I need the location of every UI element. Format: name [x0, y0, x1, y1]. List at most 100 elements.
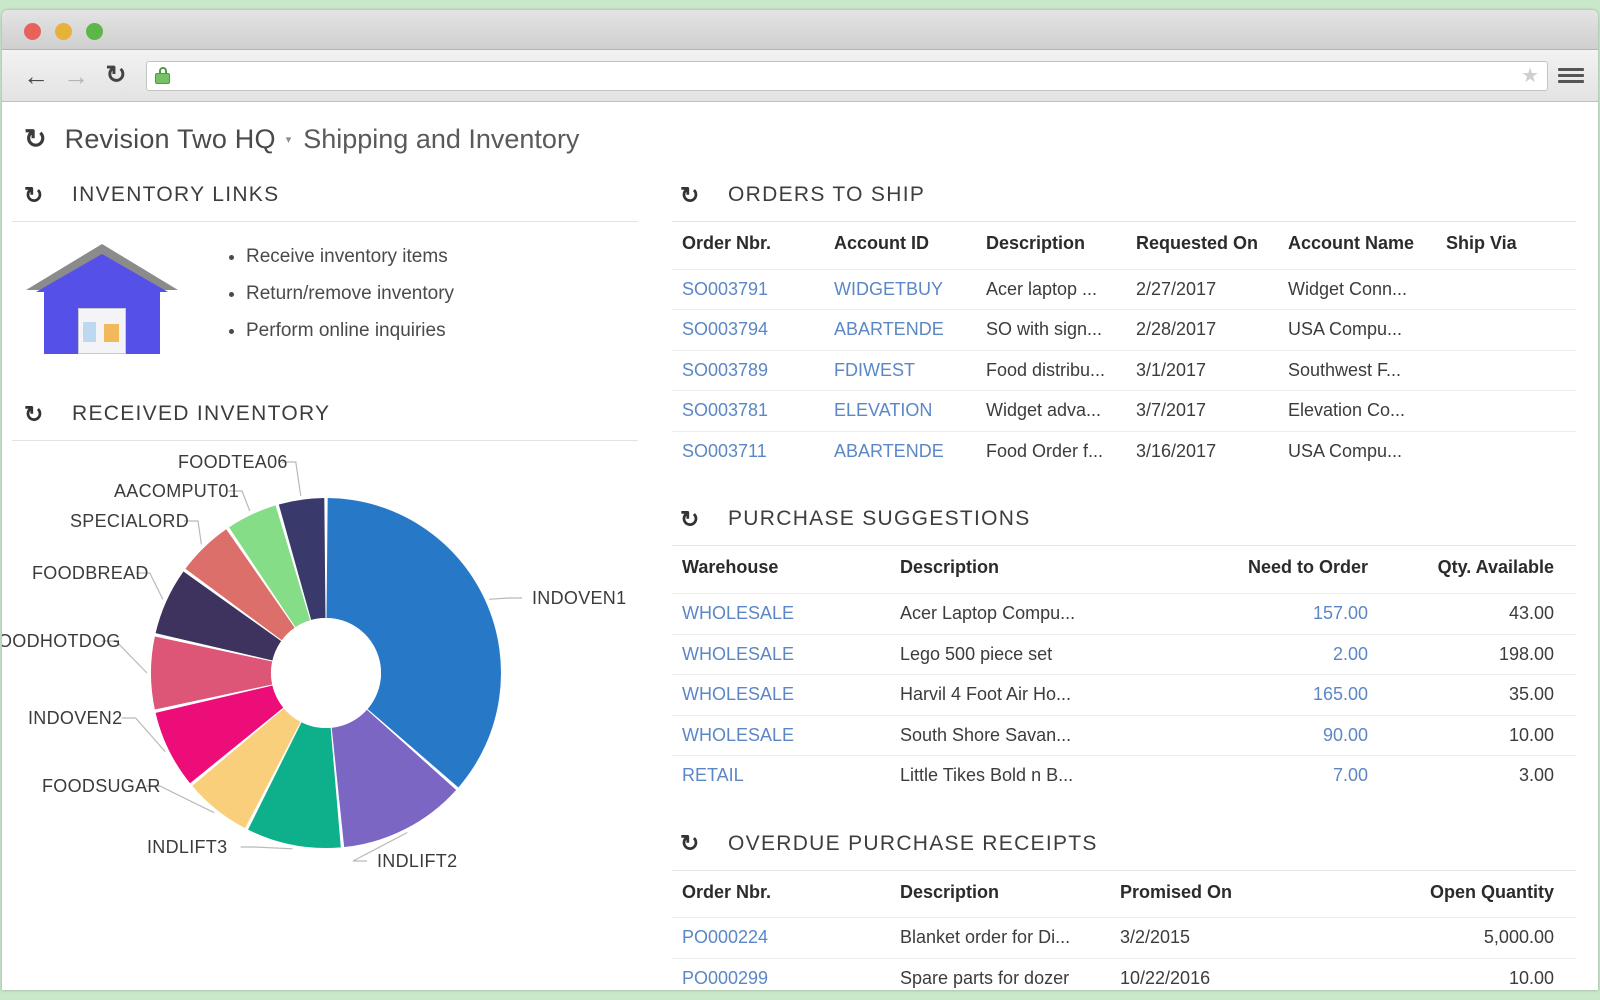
cell-ship_via [1436, 430, 1576, 472]
refresh-icon[interactable]: ↻ [24, 183, 72, 207]
refresh-icon[interactable]: ↻ [680, 183, 728, 207]
cell-description: Widget adva... [976, 390, 1126, 432]
table-row[interactable]: SO003789 FDIWEST Food distribu... 3/1/2017 S… [672, 349, 1576, 391]
cell-account_id[interactable]: ELEVATION [824, 390, 976, 432]
cell-description: Acer Laptop Compu... [890, 592, 1180, 635]
cell-qty_available: 10.00 [1390, 714, 1576, 756]
overdue-purchase-receipts-table: Order Nbr. Description Promised On Open … [672, 871, 1576, 990]
table-row[interactable]: SO003781 ELEVATION Widget adva... 3/7/2017 E… [672, 390, 1576, 432]
hamburger-menu-icon[interactable] [1558, 68, 1584, 83]
list-item[interactable]: Perform online inquiries [246, 320, 454, 343]
column-header-qty-available[interactable]: Qty. Available [1390, 546, 1576, 593]
table-row[interactable]: SO003791 WIDGETBUY Acer laptop ... 2/27/201… [672, 268, 1576, 310]
table-row[interactable]: PO000299 Spare parts for dozer 10/22/2016 1… [672, 958, 1576, 990]
column-header-warehouse[interactable]: Warehouse [672, 546, 890, 593]
cell-qty_available: 198.00 [1390, 633, 1576, 675]
cell-account_id[interactable]: WIDGETBUY [824, 268, 976, 310]
table-row[interactable]: WHOLESALE Harvil 4 Foot Air Ho... 165.00 35… [672, 674, 1576, 716]
cell-description: Food Order f... [976, 430, 1126, 472]
received-inventory-header: ↻ RECEIVED INVENTORY [2, 384, 650, 440]
pie-label-indoven1: INDOVEN1 [532, 588, 627, 609]
pie-label-indoven2: INDOVEN2 [28, 708, 123, 729]
chevron-down-icon[interactable]: ▾ [286, 133, 292, 146]
cell-promised_on: 3/2/2015 [1110, 917, 1390, 959]
cell-need_to_order[interactable]: 7.00 [1180, 755, 1390, 796]
company-name: Revision Two HQ [64, 124, 276, 154]
cell-requested_on: 2/27/2017 [1126, 268, 1278, 310]
cell-description: Food distribu... [976, 349, 1126, 391]
cell-description: Lego 500 piece set [890, 633, 1180, 675]
cell-warehouse[interactable]: WHOLESALE [672, 714, 890, 756]
cell-warehouse[interactable]: WHOLESALE [672, 592, 890, 635]
table-row[interactable]: RETAIL Little Tikes Bold n B... 7.00 3.00 [672, 755, 1576, 796]
column-header-order-nbr[interactable]: Order Nbr. [672, 871, 890, 918]
table-row[interactable]: SO003794 ABARTENDE SO with sign... 2/28/201… [672, 309, 1576, 351]
browser-toolbar: ← → ↻ ★ [2, 50, 1598, 102]
cell-warehouse[interactable]: RETAIL [672, 755, 890, 796]
table-row[interactable]: PO000224 Blanket order for Di... 3/2/2015 5… [672, 917, 1576, 959]
column-header-requested-on[interactable]: Requested On [1126, 222, 1278, 269]
close-window-button[interactable] [24, 23, 41, 40]
cell-ship_via [1436, 268, 1576, 310]
overdue-purchase-receipts-header: ↻ OVERDUE PURCHASE RECEIPTS [658, 814, 1590, 870]
reload-icon[interactable]: ↻ [96, 56, 136, 96]
purchase-suggestions-header: ↻ PURCHASE SUGGESTIONS [658, 489, 1590, 545]
window-controls[interactable] [24, 23, 103, 40]
cell-account_id[interactable]: FDIWEST [824, 349, 976, 391]
cell-ship_via [1436, 390, 1576, 432]
column-header-description[interactable]: Description [890, 546, 1180, 593]
cell-need_to_order[interactable]: 2.00 [1180, 633, 1390, 675]
cell-order[interactable]: PO000224 [672, 917, 890, 959]
cell-order[interactable]: SO003711 [672, 430, 824, 472]
table-row[interactable]: WHOLESALE Acer Laptop Compu... 157.00 43.00 [672, 592, 1576, 635]
column-header-need-to-order[interactable]: Need to Order [1180, 546, 1390, 593]
cell-need_to_order[interactable]: 157.00 [1180, 592, 1390, 635]
cell-order[interactable]: SO003791 [672, 268, 824, 310]
cell-warehouse[interactable]: WHOLESALE [672, 674, 890, 716]
pie-label-foodsugar: FOODSUGAR [42, 776, 161, 797]
cell-order[interactable]: SO003781 [672, 390, 824, 432]
minimize-window-button[interactable] [55, 23, 72, 40]
back-arrow-icon[interactable]: ← [16, 56, 56, 96]
forward-arrow-icon[interactable]: → [56, 56, 96, 96]
cell-need_to_order[interactable]: 90.00 [1180, 714, 1390, 756]
orders-to-ship-title: ORDERS TO SHIP [728, 183, 926, 206]
overdue-purchase-receipts-title: OVERDUE PURCHASE RECEIPTS [728, 831, 1098, 855]
cell-description: Spare parts for dozer [890, 958, 1110, 990]
cell-account_name: Widget Conn... [1278, 268, 1436, 310]
cell-account_id[interactable]: ABARTENDE [824, 430, 976, 472]
cell-account_name: Elevation Co... [1278, 390, 1436, 432]
cell-warehouse[interactable]: WHOLESALE [672, 633, 890, 675]
column-header-promised-on[interactable]: Promised On [1110, 871, 1390, 918]
column-header-order-nbr[interactable]: Order Nbr. [672, 222, 824, 269]
maximize-window-button[interactable] [86, 23, 103, 40]
cell-account_id[interactable]: ABARTENDE [824, 309, 976, 351]
list-item[interactable]: Return/remove inventory [246, 283, 454, 306]
pie-label-foodtea06: FOODTEA06 [178, 452, 288, 473]
column-header-account-id[interactable]: Account ID [824, 222, 976, 269]
cell-order[interactable]: SO003789 [672, 349, 824, 391]
column-header-account-name[interactable]: Account Name [1278, 222, 1436, 269]
refresh-icon[interactable]: ↻ [680, 507, 728, 531]
pie-label-specialord: SPECIALORD [70, 511, 190, 532]
refresh-icon[interactable]: ↻ [24, 402, 72, 426]
column-header-open-quantity[interactable]: Open Quantity [1390, 871, 1576, 918]
table-row[interactable]: WHOLESALE South Shore Savan... 90.00 10.00 [672, 714, 1576, 756]
table-row[interactable]: WHOLESALE Lego 500 piece set 2.00 198.00 [672, 633, 1576, 675]
refresh-icon[interactable]: ↻ [24, 126, 47, 153]
list-item[interactable]: Receive inventory items [246, 246, 454, 269]
browser-window: ← → ↻ ★ ↻ Revision Two HQ ▾ Shipping and… [2, 10, 1598, 990]
pie-label-indlift2: INDLIFT2 [377, 851, 458, 872]
cell-order[interactable]: PO000299 [672, 958, 890, 990]
received-inventory-chart[interactable]: INDOVEN1 INDLIFT2 INDLIFT3 FOODSUGAR INDOVEN… [2, 441, 650, 941]
cell-order[interactable]: SO003794 [672, 309, 824, 351]
column-header-ship-via[interactable]: Ship Via [1436, 222, 1576, 269]
pie-label-indlift3: INDLIFT3 [147, 837, 228, 858]
cell-need_to_order[interactable]: 165.00 [1180, 674, 1390, 716]
column-header-description[interactable]: Description [890, 871, 1110, 918]
table-row[interactable]: SO003711 ABARTENDE Food Order f... 3/16/201… [672, 430, 1576, 472]
column-header-description[interactable]: Description [976, 222, 1126, 269]
refresh-icon[interactable]: ↻ [680, 832, 728, 855]
address-bar[interactable]: ★ [146, 60, 1548, 91]
star-icon[interactable]: ★ [1521, 66, 1539, 86]
